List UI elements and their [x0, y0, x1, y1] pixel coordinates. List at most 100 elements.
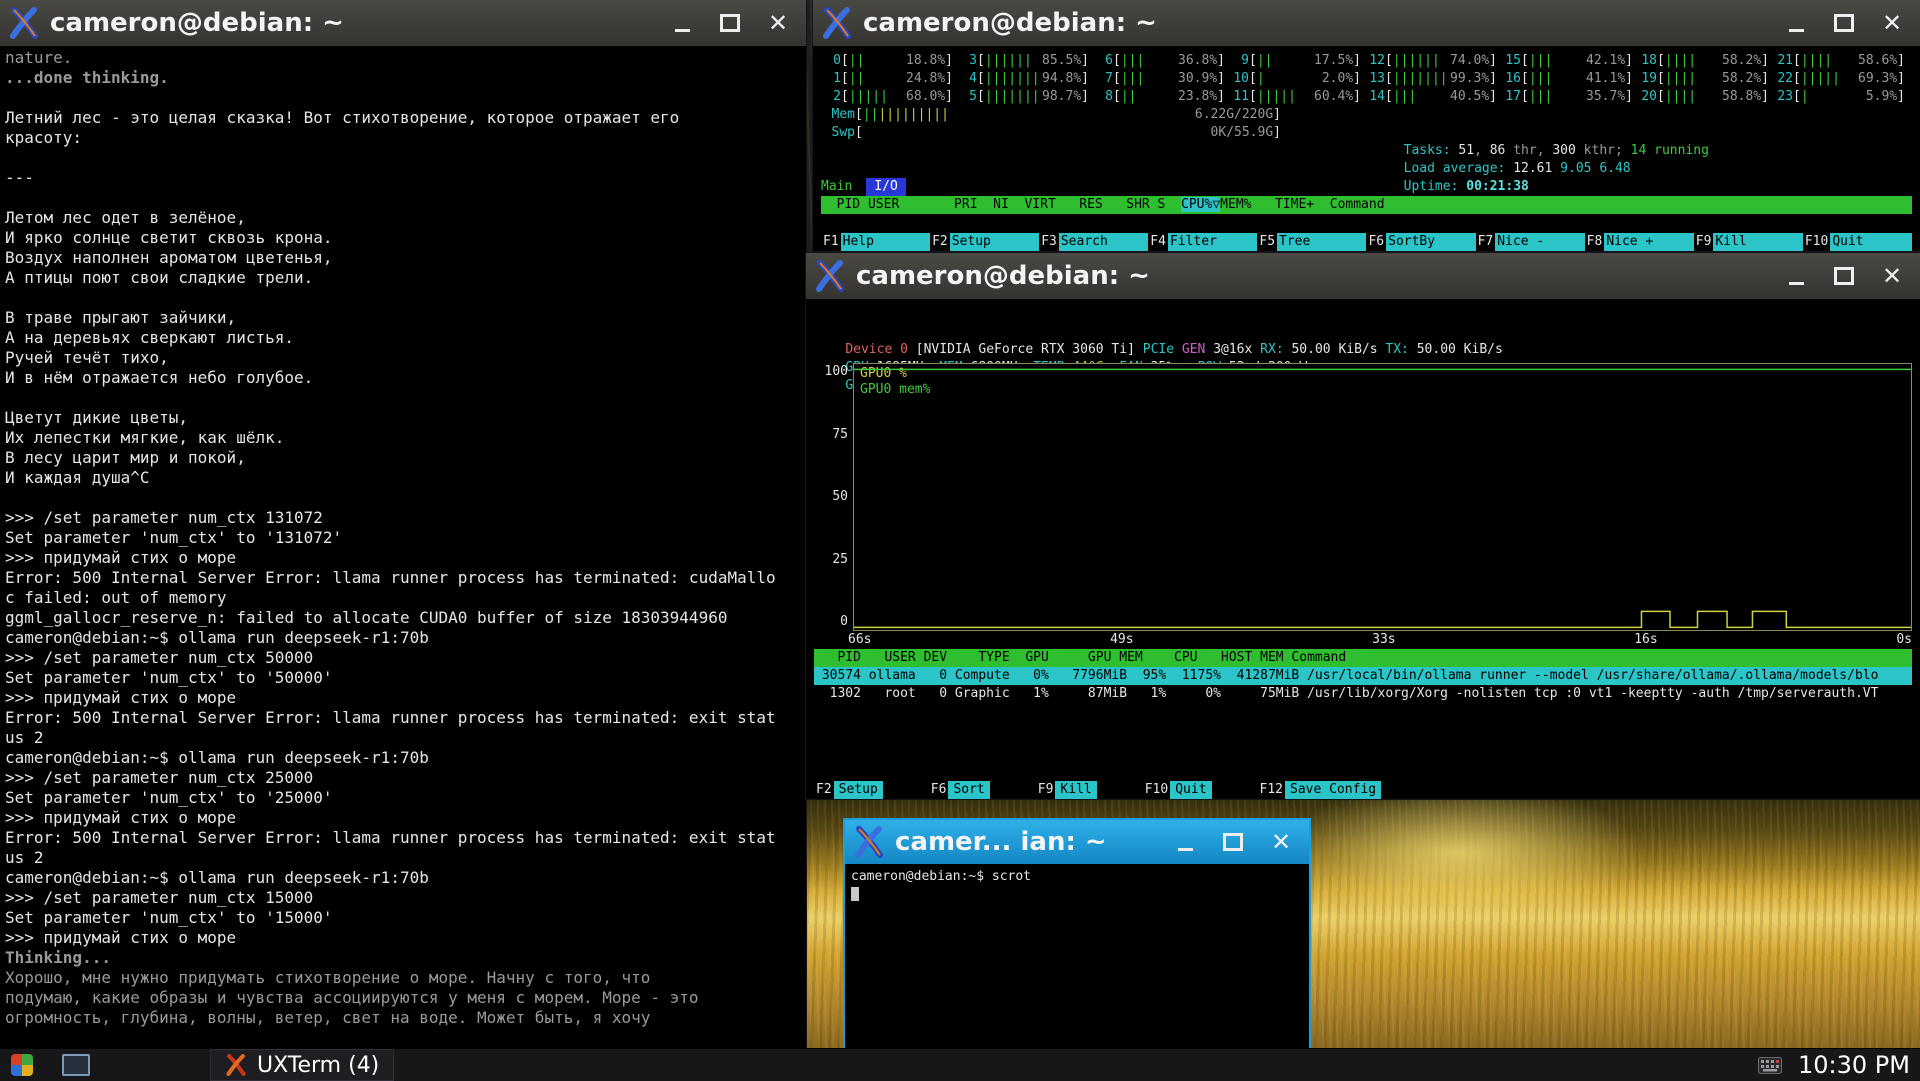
cpu-meter: 2[|||||68.0%] [821, 88, 953, 106]
app-menu-icon[interactable] [8, 1052, 36, 1078]
function-key[interactable]: F6SortBy [1366, 233, 1475, 251]
function-key[interactable]: F8Nice + [1585, 233, 1694, 251]
terminal-line: И в нём отражается небо голубое. [5, 368, 801, 388]
terminal-line [5, 88, 801, 108]
terminal-line: А на деревьях сверкают листья. [5, 328, 801, 348]
terminal-line [5, 288, 801, 308]
terminal-line: >>> придумай стих о море [5, 548, 801, 568]
cpu-meter: 14[|||40.5%] [1365, 88, 1497, 106]
y-tick-label: 75 [832, 426, 848, 444]
terminal-line: В траве прыгают зайчики, [5, 308, 801, 328]
maximize-button[interactable] [1824, 6, 1864, 40]
function-key[interactable]: F6Sort [929, 781, 990, 799]
gpu-mem-bars: GPU[ 1%] MEM[|||||||||||||||||||||||||7.… [814, 341, 1912, 359]
function-key[interactable]: F7Nice - [1476, 233, 1585, 251]
terminal-line: >>> /set parameter num_ctx 131072 [5, 508, 801, 528]
close-button[interactable]: ✕ [1872, 259, 1912, 293]
function-key[interactable]: F10Quit [1143, 781, 1212, 799]
function-key[interactable]: F10Quit [1803, 233, 1912, 251]
cpu-meter: 3[||||||85.5%] [957, 52, 1089, 70]
terminal-line: nature. [5, 48, 801, 68]
maximize-button[interactable] [710, 6, 750, 40]
function-key[interactable]: F5Tree [1257, 233, 1366, 251]
minimize-button[interactable] [1165, 825, 1205, 859]
taskbar-clock[interactable]: 10:30 PM [1798, 1051, 1910, 1079]
uxterm-taskbar-icon [225, 1054, 247, 1076]
htop-tab[interactable]: I/O [866, 178, 905, 196]
titlebar-htop[interactable]: cameron@debian: ~ ✕ [813, 0, 1920, 46]
taskbar-window-button[interactable]: UXTerm (4) [210, 1049, 394, 1081]
cpu-meter: 17[|||35.7%] [1501, 88, 1633, 106]
function-key[interactable]: F2Setup [814, 781, 883, 799]
maximize-button[interactable] [1213, 825, 1253, 859]
function-key[interactable]: F12Save Config [1258, 781, 1382, 799]
terminal-line: us 2 [5, 848, 801, 868]
terminal-line: В лесу царит мир и покой, [5, 448, 801, 468]
terminal-line: ...done thinking. [5, 68, 801, 88]
maximize-button[interactable] [1824, 259, 1864, 293]
terminal-line: А птицы поют свои сладкие трели. [5, 268, 801, 288]
gpu-device-info: Device 0 [NVIDIA GeForce RTX 3060 Ti] PC… [814, 305, 1912, 323]
terminal-window-scrot: camer... ian: ~ ✕ cameron@debian:~$ scro… [843, 818, 1311, 1052]
terminal-line: cameron@debian:~$ ollama run deepseek-r1… [5, 628, 801, 648]
graph-plot-area: GPU0 %GPU0 mem% [853, 363, 1912, 631]
cpu-meter: 18[||||58.2%] [1637, 52, 1769, 70]
gpu-utilization-graph: 1007550250 GPU0 %GPU0 mem% [814, 363, 1912, 631]
taskbar-window-label: UXTerm (4) [257, 1053, 379, 1078]
terminal-line: И каждая душа^C [5, 468, 801, 488]
terminal-line: Летний лес - это целая сказка! Вот стихо… [5, 108, 801, 128]
cpu-meter: 13[|||||||99.3%] [1365, 70, 1497, 88]
terminal-line: Set parameter 'num_ctx' to '50000' [5, 668, 801, 688]
terminal-line: c failed: out of memory [5, 588, 801, 608]
y-tick-label: 50 [832, 488, 848, 506]
nvtop-content: Device 0 [NVIDIA GeForce RTX 3060 Ti] PC… [806, 299, 1920, 799]
taskbar: UXTerm (4) 10:30 PM [0, 1048, 1920, 1081]
terminal-line [5, 148, 801, 168]
uxterm-icon [853, 826, 885, 858]
titlebar-scrot[interactable]: camer... ian: ~ ✕ [845, 820, 1309, 864]
minimize-button[interactable] [1776, 259, 1816, 293]
terminal-line: Error: 500 Internal Server Error: llama … [5, 568, 801, 588]
uxterm-icon [8, 7, 40, 39]
sort-column-cpu[interactable]: CPU%▽ [1181, 197, 1220, 212]
titlebar-nvtop[interactable]: cameron@debian: ~ ✕ [806, 253, 1920, 299]
window-title: cameron@debian: ~ [856, 261, 1766, 291]
memory-meter: Mem[|||||||||||6.22G/220G] [821, 106, 1281, 124]
cpu-meter: 5[|||||||98.7%] [957, 88, 1089, 106]
terminal-line [5, 488, 801, 508]
cpu-meters: 0[||18.8%] 1[||24.8%] 2[|||||68.0%] 3[||… [821, 52, 1912, 106]
terminal-line: cameron@debian:~$ ollama run deepseek-r1… [5, 748, 801, 768]
tray-keyboard-icon[interactable] [1758, 1057, 1782, 1074]
close-button[interactable]: ✕ [1261, 825, 1301, 859]
terminal-output[interactable]: cameron@debian:~$ scrot [845, 864, 1309, 1038]
show-desktop-icon[interactable] [62, 1052, 90, 1078]
function-key[interactable]: F3Search [1039, 233, 1148, 251]
htop-function-keys: F1HelpF2SetupF3SearchF4FilterF5TreeF6Sor… [821, 233, 1912, 251]
terminal-output[interactable]: nature. ...done thinking. Летний лес - э… [0, 46, 806, 1048]
minimize-button[interactable] [1776, 6, 1816, 40]
cpu-meter: 9[||17.5%] [1229, 52, 1361, 70]
titlebar-ollama[interactable]: cameron@debian: ~ ✕ [0, 0, 806, 46]
nvtop-function-keys: F2Setup F6Sort F9Kill F10Quit F12Save Config [814, 781, 1912, 799]
function-key[interactable]: F9Kill [1036, 781, 1097, 799]
gpu-process-row-xorg[interactable]: 1302 root 0 Graphic 1% 87MiB 1% 0% 75MiB… [814, 685, 1912, 703]
terminal-line: Воздух наполнен ароматом цветенья, [5, 248, 801, 268]
function-key[interactable]: F9Kill [1694, 233, 1803, 251]
terminal-line: ggml_gallocr_reserve_n: failed to alloca… [5, 608, 801, 628]
gpu-process-table-header[interactable]: PID USER DEV TYPE GPU GPU MEM CPU HOST M… [814, 649, 1912, 667]
close-button[interactable]: ✕ [758, 6, 798, 40]
graph-x-axis: 66s49s33s16s0s [848, 631, 1912, 649]
function-key[interactable]: F4Filter [1148, 233, 1257, 251]
process-table-header[interactable]: PID USER PRI NI VIRT RES SHR S CPU%▽MEM%… [821, 196, 1912, 214]
terminal-line: Error: 500 Internal Server Error: llama … [5, 708, 801, 728]
uxterm-icon [814, 260, 846, 292]
htop-tab[interactable]: Main [821, 178, 852, 196]
close-button[interactable]: ✕ [1872, 6, 1912, 40]
terminal-line: Set parameter 'num_ctx' to '131072' [5, 528, 801, 548]
function-key[interactable]: F2Setup [930, 233, 1039, 251]
minimize-button[interactable] [662, 6, 702, 40]
cpu-meter: 22[|||||69.3%] [1773, 70, 1905, 88]
x-tick-label: 16s [1634, 631, 1657, 649]
gpu-process-row-ollama[interactable]: 30574 ollama 0 Compute 0% 7796MiB 95% 11… [814, 667, 1912, 685]
function-key[interactable]: F1Help [821, 233, 930, 251]
